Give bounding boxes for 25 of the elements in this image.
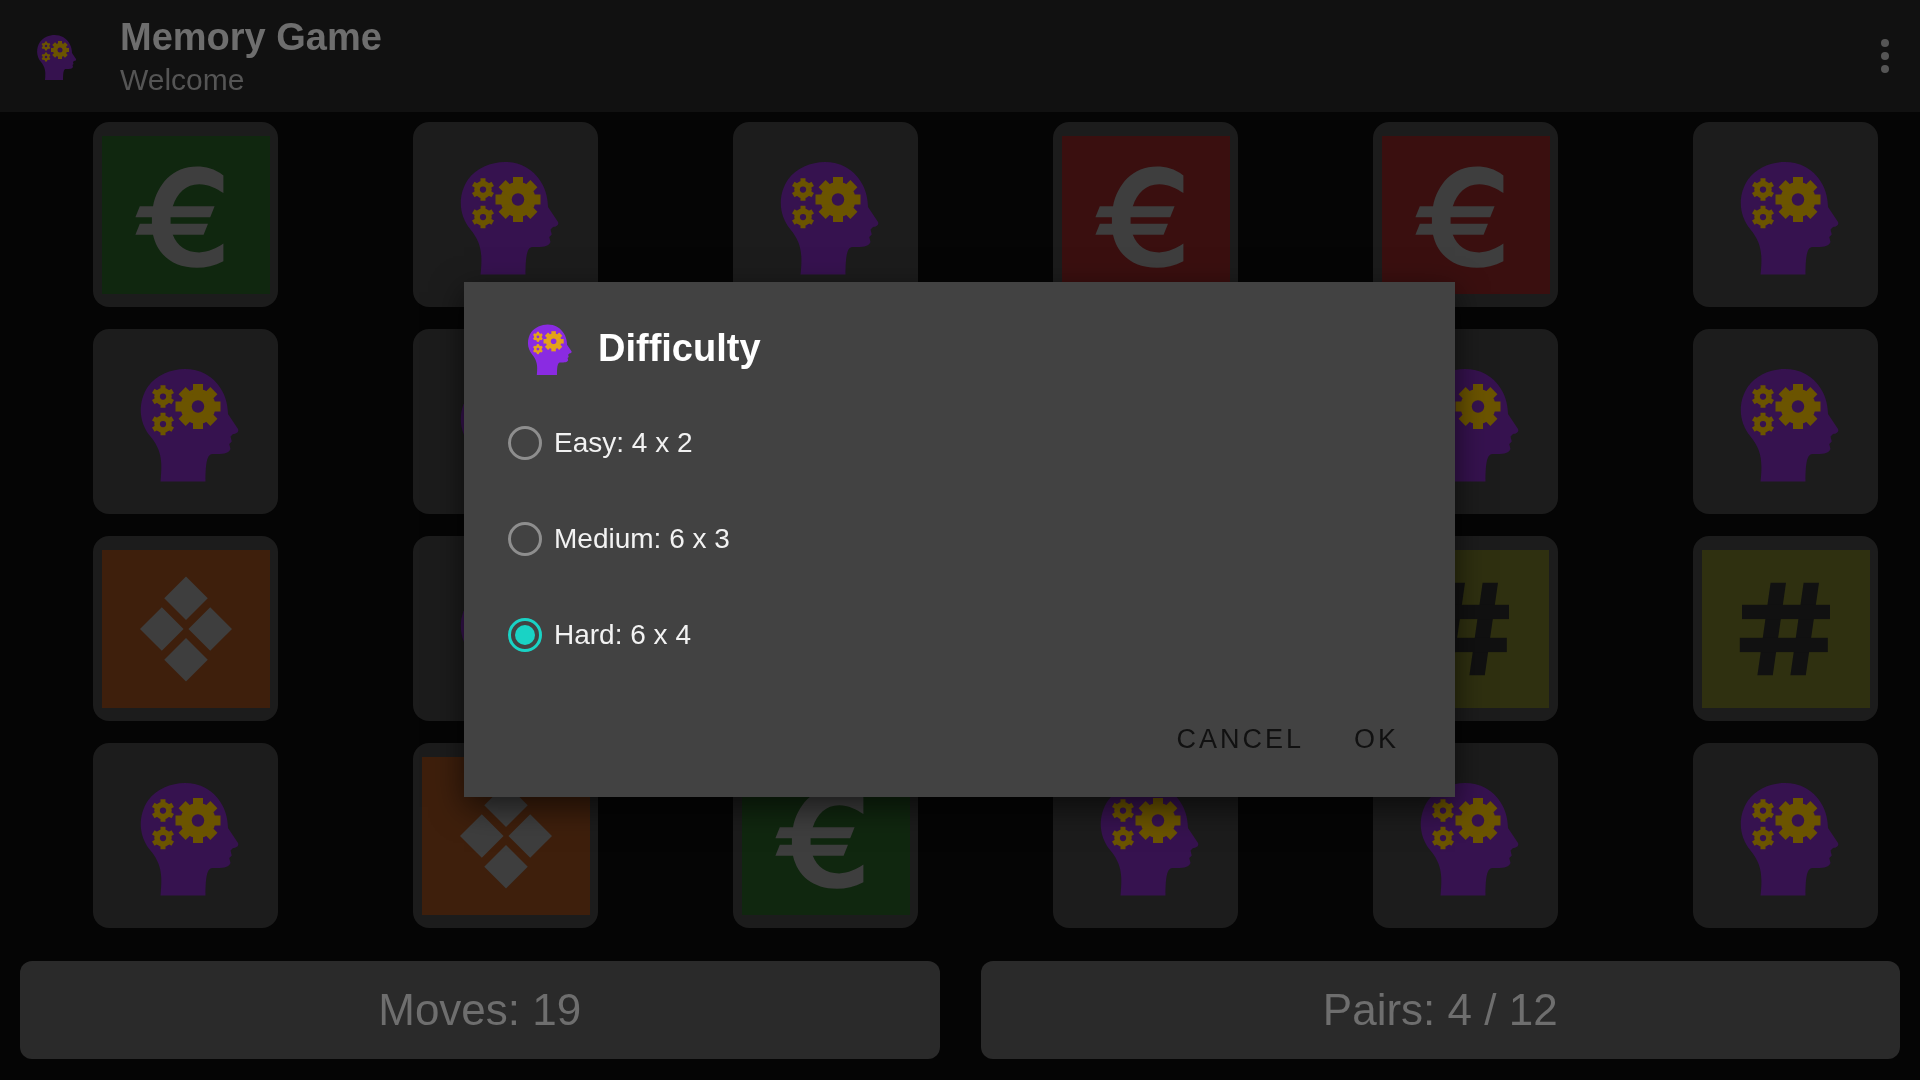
memory-card[interactable]: [93, 536, 278, 721]
memory-card[interactable]: [1693, 743, 1878, 928]
option-label: Hard: 6 x 4: [554, 619, 691, 651]
option-label: Medium: 6 x 3: [554, 523, 730, 555]
memory-card[interactable]: [413, 122, 598, 307]
score-panel: Pairs: 4 / 12: [980, 961, 1900, 1059]
app-title: Memory Game: [120, 15, 383, 59]
dialog-title: Difficulty: [598, 326, 761, 370]
memory-card[interactable]: [1693, 329, 1878, 514]
radio-button[interactable]: [508, 426, 542, 460]
radio-button[interactable]: [508, 618, 542, 652]
difficulty-option[interactable]: Easy: 4 x 2: [508, 426, 1415, 460]
memory-card[interactable]: [93, 743, 278, 928]
app-subtitle: Welcome: [120, 62, 246, 97]
difficulty-option[interactable]: Hard: 6 x 4: [508, 618, 1415, 652]
more-icon: [1880, 39, 1890, 73]
radio-button[interactable]: [508, 522, 542, 556]
memory-card[interactable]: [1373, 122, 1558, 307]
option-label: Easy: 4 x 2: [554, 427, 693, 459]
memory-card[interactable]: [1693, 536, 1878, 721]
memory-card[interactable]: [93, 329, 278, 514]
memory-card[interactable]: [93, 122, 278, 307]
score-panel: Moves: 19: [20, 961, 940, 1059]
memory-card[interactable]: [1693, 122, 1878, 307]
difficulty-option[interactable]: Medium: 6 x 3: [508, 522, 1415, 556]
